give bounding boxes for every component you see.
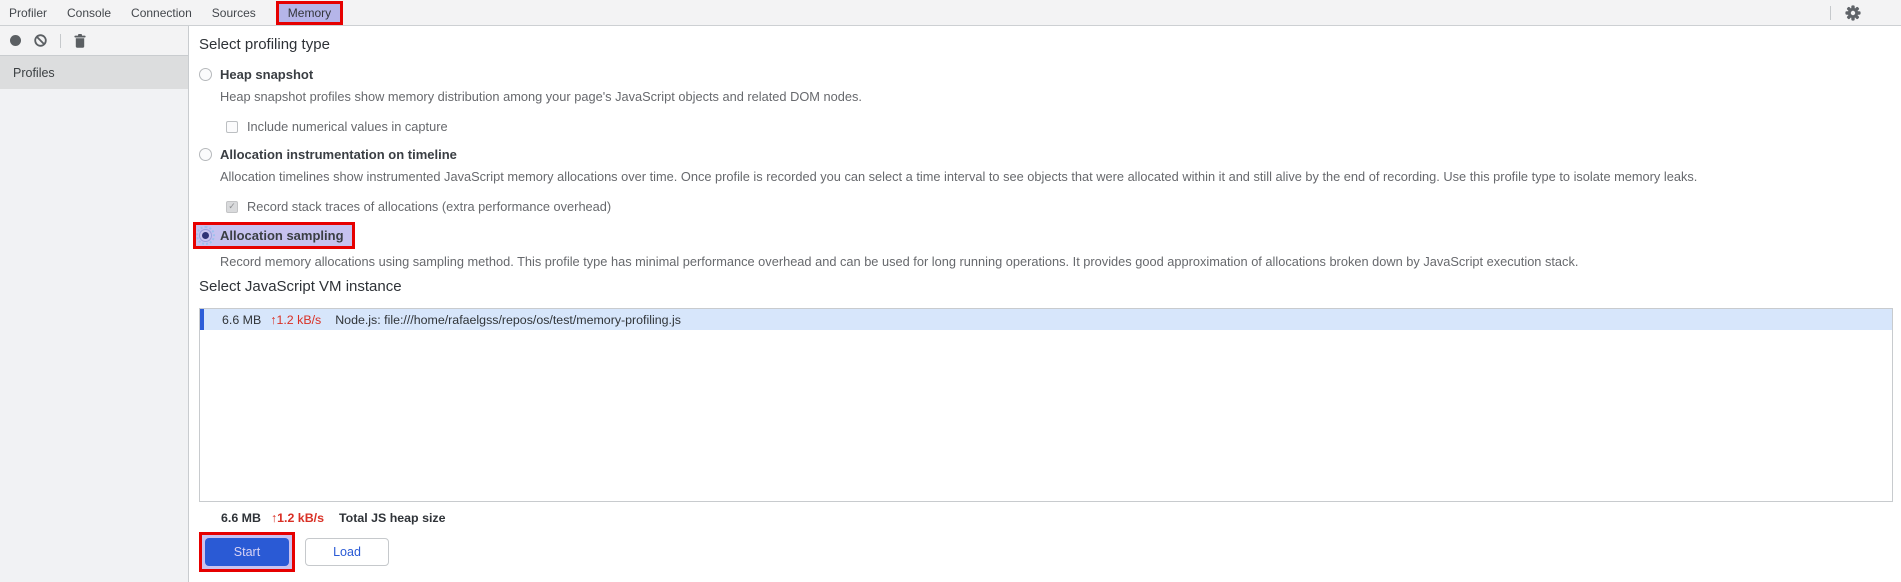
heap-snapshot-label[interactable]: Heap snapshot [220, 67, 313, 82]
tab-connection[interactable]: Connection [131, 6, 192, 20]
heap-snapshot-description: Heap snapshot profiles show memory distr… [220, 89, 862, 104]
total-heap-row: 6.6 MB ↑1.2 kB/s Total JS heap size [199, 511, 1901, 525]
total-allocation-rate: ↑1.2 kB/s [270, 511, 324, 525]
tab-memory[interactable]: Memory [275, 1, 344, 25]
allocation-timeline-radio[interactable] [199, 148, 212, 161]
include-numerical-values-row[interactable]: Include numerical values in capture [226, 119, 1901, 134]
option-allocation-sampling: Allocation sampling Record memory alloca… [193, 222, 1901, 270]
record-profile-icon[interactable] [10, 35, 21, 46]
allocation-sampling-radio[interactable] [196, 226, 215, 245]
record-stack-traces-label: Record stack traces of allocations (extr… [247, 199, 612, 214]
trash-icon[interactable] [74, 33, 86, 48]
profiling-type-heading: Select profiling type [199, 36, 330, 53]
load-button[interactable]: Load [305, 538, 389, 566]
record-stack-traces-row: ✓ Record stack traces of allocations (ex… [226, 199, 1901, 214]
total-heap-label: Total JS heap size [338, 511, 446, 525]
allocation-sampling-description: Record memory allocations using sampling… [220, 254, 1579, 269]
tab-sources[interactable]: Sources [212, 6, 256, 20]
vm-instance-heading: Select JavaScript VM instance [199, 278, 402, 295]
heap-snapshot-radio[interactable] [199, 68, 212, 81]
vm-instance-name: Node.js: file:///home/rafaelgss/repos/os… [335, 312, 681, 327]
vm-allocation-rate: ↑1.2 kB/s [270, 312, 322, 327]
option-heap-snapshot: Heap snapshot Heap snapshot profiles sho… [199, 67, 1901, 134]
total-heap-size: 6.6 MB [221, 511, 261, 525]
memory-toolbar [0, 26, 188, 56]
panel-tab-bar: Profiler Console Connection Sources Memo… [0, 0, 1901, 26]
heap-snapshot-radio-row[interactable]: Heap snapshot [199, 67, 1901, 82]
left-panel: Profiles [0, 26, 189, 582]
start-button[interactable]: Start [205, 538, 289, 566]
allocation-timeline-radio-row[interactable]: Allocation instrumentation on timeline [199, 147, 1901, 162]
profiles-sidebar: Profiles [0, 56, 188, 582]
check-icon: ✓ [228, 201, 236, 211]
sidebar-item-profiles[interactable]: Profiles [0, 56, 188, 89]
tab-bar-right [1830, 4, 1901, 21]
option-allocation-timeline: Allocation instrumentation on timeline A… [199, 147, 1901, 214]
include-numerical-values-checkbox[interactable] [226, 120, 238, 133]
tab-console[interactable]: Console [67, 6, 111, 20]
allocation-timeline-label[interactable]: Allocation instrumentation on timeline [220, 147, 457, 162]
tab-profiler[interactable]: Profiler [9, 6, 47, 20]
clear-profiles-icon[interactable] [34, 34, 47, 47]
allocation-sampling-annotation-box: Allocation sampling [193, 222, 355, 249]
start-button-annotation-box: Start [199, 532, 295, 572]
vm-instance-row[interactable]: 6.6 MB ↑1.2 kB/s Node.js: file:///home/r… [200, 309, 1892, 330]
record-stack-traces-checkbox: ✓ [226, 200, 238, 213]
allocation-timeline-description: Allocation timelines show instrumented J… [220, 169, 1698, 184]
memory-panel-main: Select profiling type Heap snapshot Heap… [189, 26, 1901, 582]
toolbar-divider [60, 33, 61, 48]
allocation-sampling-label[interactable]: Allocation sampling [220, 228, 344, 243]
vm-instance-list: 6.6 MB ↑1.2 kB/s Node.js: file:///home/r… [199, 308, 1893, 502]
action-buttons: Start Load [199, 532, 1901, 572]
settings-gear-icon[interactable] [1845, 4, 1861, 21]
devtools-window: Profiler Console Connection Sources Memo… [0, 0, 1901, 582]
include-numerical-values-label[interactable]: Include numerical values in capture [247, 119, 448, 134]
vm-heap-size: 6.6 MB [222, 312, 262, 327]
toolbar-divider [1830, 5, 1831, 20]
